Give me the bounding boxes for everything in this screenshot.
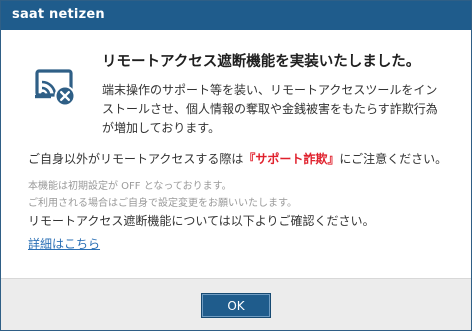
remote-access-blocked-icon [29, 63, 77, 107]
notice-emphasis: 『サポート詐欺』 [243, 152, 340, 166]
details-link[interactable]: 詳細はこちら [28, 235, 100, 252]
title-bar: saat netizen [1, 1, 471, 30]
dialog-heading: リモートアクセス遮断機能を実装いたしました。 [102, 54, 421, 70]
brand-logo: saat netizen [12, 7, 105, 22]
info-text: リモートアクセス遮断機能については以下よりご確認ください。 [28, 214, 375, 228]
note-line-1: 本機能は初期設定が OFF となっております。 [28, 181, 232, 192]
scam-notice: ご自身以外がリモートアクセスする際は『サポート詐欺』にご注意ください。 [28, 150, 447, 167]
dialog-content: リモートアクセス遮断機能を実装いたしました。 端末操作のサポート等を装い、リモー… [1, 30, 471, 282]
note-line-2: ご利用される場合はご自身で設定変更をお願いいたします。 [28, 198, 297, 209]
notice-text-before: ご自身以外がリモートアクセスする際は [28, 152, 244, 166]
notice-text-after: にご注意ください。 [339, 152, 448, 166]
dialog-description: 端末操作のサポート等を装い、リモートアクセスツールをインストールさせ、個人情報の… [102, 83, 438, 135]
dialog-footer: OK [1, 278, 471, 330]
dialog-window: saat netizen リモートアクセス遮断機能を実装いたしました。 端末操作… [0, 0, 472, 331]
ok-button[interactable]: OK [201, 293, 271, 318]
default-setting-note: 本機能は初期設定が OFF となっております。 ご利用される場合はご自身で設定変… [28, 178, 297, 212]
